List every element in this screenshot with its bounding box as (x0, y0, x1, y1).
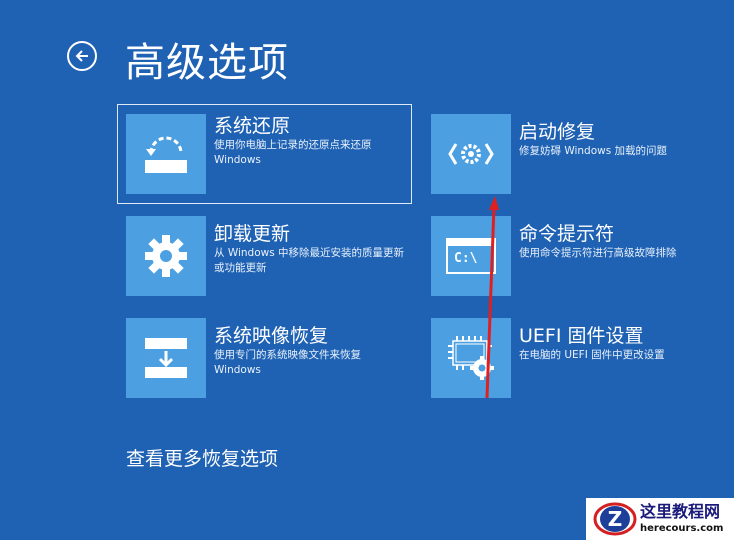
option-title: 卸载更新 (214, 223, 291, 245)
back-button[interactable] (67, 41, 97, 71)
uninstall-updates-icon-tile (126, 216, 206, 296)
watermark: Z 这里教程网 herecours.com (586, 498, 734, 540)
option-description: 使用命令提示符进行高级故障排除 (519, 247, 677, 259)
command-prompt-icon: C:\ (446, 238, 496, 274)
back-arrow-icon (75, 50, 88, 62)
command-prompt-text: C:\ (454, 251, 478, 266)
uefi-icon-tile (431, 318, 511, 398)
option-description: 使用你电脑上记录的还原点来还原 Windows (214, 139, 372, 166)
command-prompt-icon-tile: C:\ (431, 216, 511, 296)
svg-text:Z: Z (608, 507, 623, 531)
watermark-logo: Z (593, 502, 637, 536)
page-title: 高级选项 (125, 40, 289, 86)
option-uefi-firmware-settings[interactable]: UEFI 固件设置 在电脑的 UEFI 固件中更改设置 (431, 318, 717, 416)
option-command-prompt[interactable]: C:\ 命令提示符 使用命令提示符进行高级故障排除 (431, 216, 717, 314)
option-system-image-recovery[interactable]: 系统映像恢复 使用专门的系统映像文件来恢复 Windows (126, 318, 412, 416)
option-description: 修复妨碍 Windows 加载的问题 (519, 145, 668, 157)
code-gear-icon (448, 143, 494, 165)
restore-icon (145, 136, 187, 173)
option-description: 在电脑的 UEFI 固件中更改设置 (519, 349, 665, 361)
option-uninstall-updates[interactable]: 卸载更新 从 Windows 中移除最近安装的质量更新或功能更新 (126, 216, 412, 314)
option-title: 系统还原 (214, 115, 291, 137)
image-recovery-icon (145, 338, 187, 378)
watermark-url: herecours.com (640, 523, 724, 534)
option-description: 使用专门的系统映像文件来恢复 Windows (214, 349, 361, 376)
system-image-recovery-icon-tile (126, 318, 206, 398)
chip-gear-icon (448, 336, 494, 380)
option-title: UEFI 固件设置 (519, 325, 644, 347)
option-title: 命令提示符 (519, 223, 615, 245)
option-startup-repair[interactable]: 启动修复 修复妨碍 Windows 加载的问题 (431, 114, 717, 212)
startup-repair-icon-tile (431, 114, 511, 194)
restore-icon-tile (126, 114, 206, 194)
option-title: 启动修复 (519, 121, 596, 143)
option-title: 系统映像恢复 (214, 325, 329, 347)
option-description: 从 Windows 中移除最近安装的质量更新或功能更新 (214, 247, 405, 274)
option-system-restore[interactable]: 系统还原 使用你电脑上记录的还原点来还原 Windows (117, 104, 412, 204)
watermark-name: 这里教程网 (640, 502, 721, 521)
gear-icon (145, 235, 187, 277)
more-recovery-options-link[interactable]: 查看更多恢复选项 (126, 444, 278, 471)
